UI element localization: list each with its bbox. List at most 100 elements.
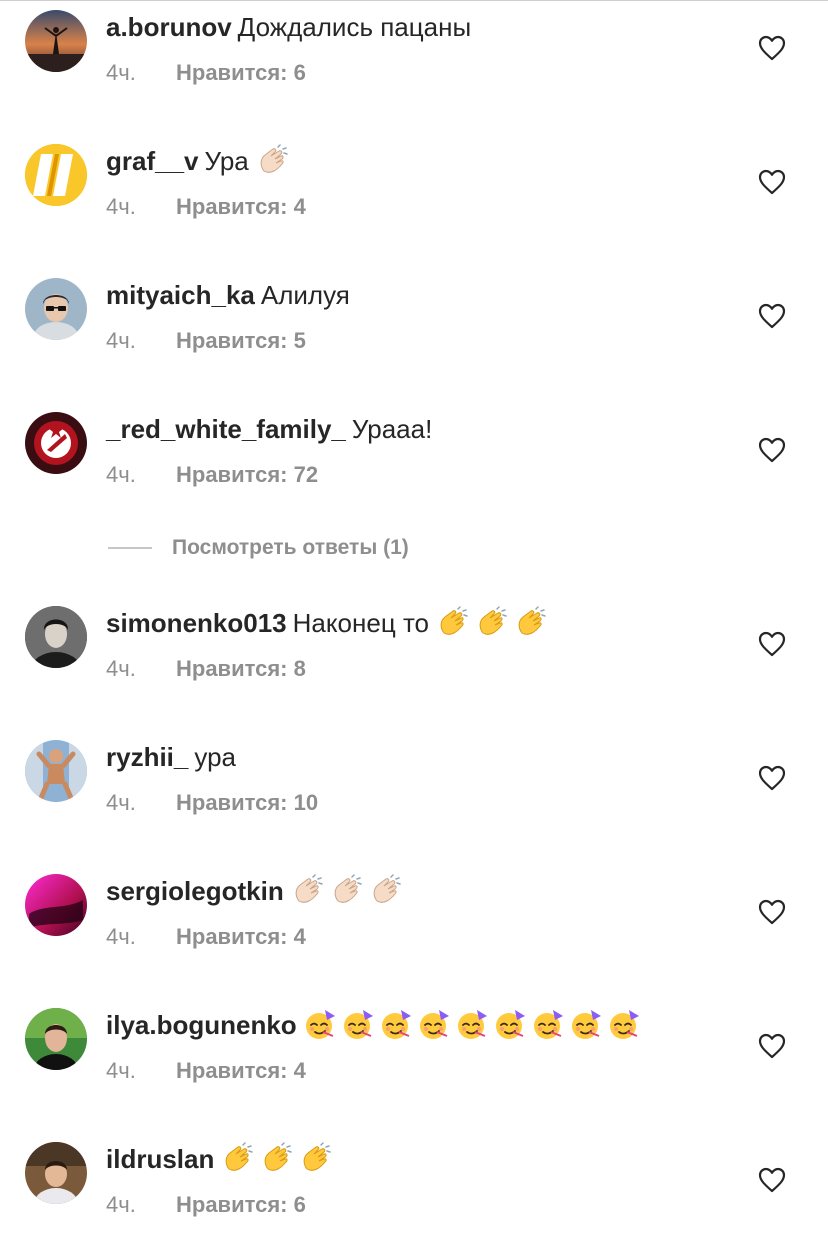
partying-face-icon (607, 1008, 641, 1042)
clap-yellow-icon (513, 606, 547, 640)
comment-username[interactable]: ryzhii_ (106, 742, 188, 772)
emoji-group (255, 144, 289, 178)
comment-time: 4ч. (106, 462, 136, 487)
avatar[interactable] (25, 144, 87, 206)
clap-yellow-icon (259, 1142, 293, 1176)
comment-likes[interactable]: Нравится: 72 (176, 462, 318, 487)
comment-meta: 4ч. Нравится: 4 (106, 192, 306, 222)
comment-likes[interactable]: Нравится: 5 (176, 328, 306, 353)
comment-line: simonenko013 Наконец то (106, 606, 547, 640)
comment-time: 4ч. (106, 60, 136, 85)
comment-likes[interactable]: Нравится: 4 (176, 194, 306, 219)
emoji-group (303, 1008, 641, 1042)
comment-text: Дождались пацаны (237, 12, 472, 42)
comment-item: graf__v Ура 4ч. Нравится: 4 (0, 134, 828, 244)
avatar[interactable] (25, 874, 87, 936)
comment-item: ilya.bogunenko 4ч. Нравится: 4 (0, 998, 828, 1108)
comment-line: ryzhii_ ура (106, 740, 236, 774)
partying-face-icon (417, 1008, 451, 1042)
comment-line: ildruslan (106, 1142, 332, 1176)
comment-time: 4ч. (106, 924, 136, 949)
clap-light-icon (255, 144, 289, 178)
replies-divider (108, 547, 152, 549)
comment-username[interactable]: graf__v (106, 146, 199, 176)
comment-item: a.borunov Дождались пацаны 4ч. Нравится: 6 (0, 0, 828, 110)
partying-face-icon (493, 1008, 527, 1042)
comment-line: mityaich_ka Алилуя (106, 278, 350, 312)
avatar[interactable] (25, 1008, 87, 1070)
comment-likes[interactable]: Нравится: 6 (176, 1192, 306, 1217)
comment-line: sergiolegotkin (106, 874, 402, 908)
comment-username[interactable]: ilya.bogunenko (106, 1010, 297, 1040)
comment-time: 4ч. (106, 656, 136, 681)
comment-line: a.borunov Дождались пацаны (106, 10, 471, 44)
comment-item: ildruslan 4ч. Нравится: 6 (0, 1132, 828, 1242)
avatar[interactable] (25, 278, 87, 340)
emoji-group (220, 1142, 332, 1176)
comment-likes[interactable]: Нравится: 8 (176, 656, 306, 681)
comment-likes[interactable]: Нравится: 4 (176, 924, 306, 949)
clap-light-icon (368, 874, 402, 908)
comment-likes[interactable]: Нравится: 10 (176, 790, 318, 815)
clap-yellow-icon (474, 606, 508, 640)
heart-icon[interactable] (758, 1167, 786, 1193)
comment-username[interactable]: a.borunov (106, 12, 232, 42)
comment-meta: 4ч. Нравится: 4 (106, 1056, 306, 1086)
heart-icon[interactable] (758, 899, 786, 925)
clap-light-icon (290, 874, 324, 908)
heart-icon[interactable] (758, 437, 786, 463)
comment-text: Урааа! (351, 414, 433, 444)
comment-username[interactable]: sergiolegotkin (106, 876, 284, 906)
comment-line: ilya.bogunenko (106, 1008, 641, 1042)
view-replies-button[interactable]: Посмотреть ответы (1) (108, 533, 409, 563)
comment-meta: 4ч. Нравится: 6 (106, 58, 306, 88)
comment-item: simonenko013 Наконец то 4ч. Нравится: 8 (0, 596, 828, 706)
emoji-group (290, 874, 402, 908)
comment-meta: 4ч. Нравится: 8 (106, 654, 306, 684)
avatar[interactable] (25, 412, 87, 474)
clap-yellow-icon (298, 1142, 332, 1176)
comment-line: graf__v Ура (106, 144, 289, 178)
clap-light-icon (329, 874, 363, 908)
heart-icon[interactable] (758, 303, 786, 329)
heart-icon[interactable] (758, 1033, 786, 1059)
partying-face-icon (341, 1008, 375, 1042)
avatar[interactable] (25, 606, 87, 668)
comment-time: 4ч. (106, 1192, 136, 1217)
comment-text: Ура (204, 146, 249, 176)
heart-icon[interactable] (758, 35, 786, 61)
comment-likes[interactable]: Нравится: 6 (176, 60, 306, 85)
comment-item: _red_white_family_ Урааа! 4ч. Нравится: 72 (0, 402, 828, 512)
comment-likes[interactable]: Нравится: 4 (176, 1058, 306, 1083)
avatar[interactable] (25, 1142, 87, 1204)
comment-text: Алилуя (260, 280, 350, 310)
comment-username[interactable]: mityaich_ka (106, 280, 255, 310)
heart-icon[interactable] (758, 169, 786, 195)
partying-face-icon (531, 1008, 565, 1042)
comment-meta: 4ч. Нравится: 6 (106, 1190, 306, 1220)
partying-face-icon (303, 1008, 337, 1042)
comment-username[interactable]: ildruslan (106, 1144, 214, 1174)
heart-icon[interactable] (758, 631, 786, 657)
comment-item: sergiolegotkin 4ч. Нравится: 4 (0, 864, 828, 974)
heart-icon[interactable] (758, 765, 786, 791)
clap-yellow-icon (220, 1142, 254, 1176)
partying-face-icon (455, 1008, 489, 1042)
comment-meta: 4ч. Нравится: 72 (106, 460, 318, 490)
comment-text: ура (194, 742, 237, 772)
comment-meta: 4ч. Нравится: 10 (106, 788, 318, 818)
comment-time: 4ч. (106, 328, 136, 353)
clap-yellow-icon (435, 606, 469, 640)
comment-time: 4ч. (106, 1058, 136, 1083)
comment-line: _red_white_family_ Урааа! (106, 412, 432, 446)
comment-meta: 4ч. Нравится: 4 (106, 922, 306, 952)
avatar[interactable] (25, 10, 87, 72)
comment-time: 4ч. (106, 194, 136, 219)
comment-username[interactable]: _red_white_family_ (106, 414, 346, 444)
comment-username[interactable]: simonenko013 (106, 608, 287, 638)
comment-item: mityaich_ka Алилуя 4ч. Нравится: 5 (0, 268, 828, 378)
avatar[interactable] (25, 740, 87, 802)
comment-text: Наконец то (292, 608, 430, 638)
partying-face-icon (569, 1008, 603, 1042)
comment-meta: 4ч. Нравится: 5 (106, 326, 306, 356)
